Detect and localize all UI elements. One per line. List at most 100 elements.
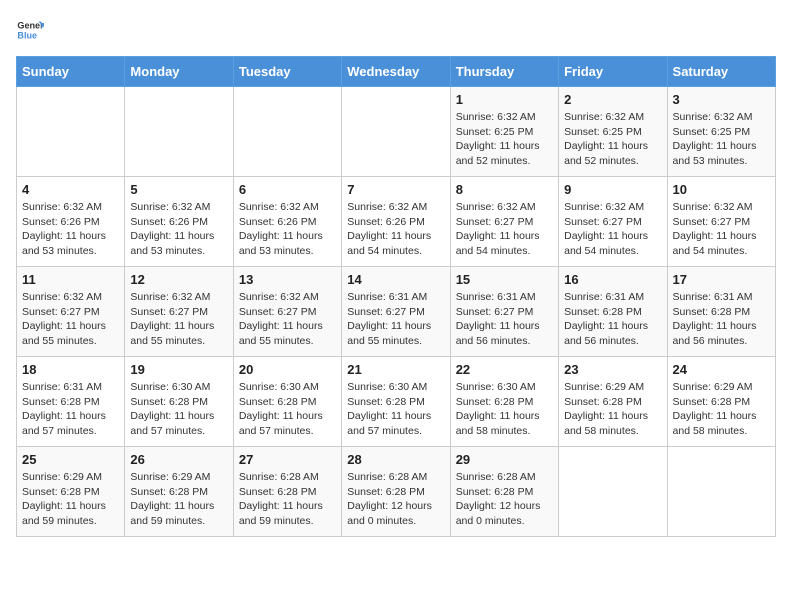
day-number: 3 [673, 92, 770, 107]
calendar-cell: 19 Sunrise: 6:30 AM Sunset: 6:28 PM Dayli… [125, 357, 233, 447]
day-info: Sunrise: 6:29 AM Sunset: 6:28 PM Dayligh… [564, 380, 661, 439]
day-number: 22 [456, 362, 553, 377]
calendar-cell: 6Sunrise: 6:32 AM Sunset: 6:26 PM Daylig… [233, 177, 341, 267]
calendar-body: 1 Sunrise: 6:32 AM Sunset: 6:25 PM Daylig… [17, 87, 776, 537]
day-info: Sunrise: 6:32 AM Sunset: 6:26 PM Dayligh… [347, 200, 444, 259]
calendar-cell: 27 Sunrise: 6:28 AM Sunset: 6:28 PM Dayli… [233, 447, 341, 537]
day-info: Sunrise: 6:32 AM Sunset: 6:27 PM Dayligh… [564, 200, 661, 259]
calendar-cell: 14Sunrise: 6:31 AM Sunset: 6:27 PM Dayli… [342, 267, 450, 357]
day-number: 15 [456, 272, 553, 287]
day-info: Sunrise: 6:32 AM Sunset: 6:26 PM Dayligh… [22, 200, 119, 259]
calendar-cell: 23 Sunrise: 6:29 AM Sunset: 6:28 PM Dayli… [559, 357, 667, 447]
day-number: 4 [22, 182, 119, 197]
calendar-cell: 22 Sunrise: 6:30 AM Sunset: 6:28 PM Dayli… [450, 357, 558, 447]
day-number: 2 [564, 92, 661, 107]
day-info: Sunrise: 6:31 AM Sunset: 6:28 PM Dayligh… [564, 290, 661, 349]
day-number: 10 [673, 182, 770, 197]
day-info: Sunrise: 6:30 AM Sunset: 6:28 PM Dayligh… [130, 380, 227, 439]
day-info: Sunrise: 6:28 AM Sunset: 6:28 PM Dayligh… [239, 470, 336, 529]
day-header-monday: Monday [125, 57, 233, 87]
calendar-cell: 4 Sunrise: 6:32 AM Sunset: 6:26 PM Daylig… [17, 177, 125, 267]
day-number: 27 [239, 452, 336, 467]
calendar-cell: 26 Sunrise: 6:29 AM Sunset: 6:28 PM Dayli… [125, 447, 233, 537]
day-number: 7 [347, 182, 444, 197]
day-number: 16 [564, 272, 661, 287]
day-number: 5 [130, 182, 227, 197]
calendar-cell: 9 Sunrise: 6:32 AM Sunset: 6:27 PM Daylig… [559, 177, 667, 267]
day-info: Sunrise: 6:30 AM Sunset: 6:28 PM Dayligh… [456, 380, 553, 439]
day-number: 21 [347, 362, 444, 377]
day-number: 13 [239, 272, 336, 287]
calendar-week-4: 18 Sunrise: 6:31 AM Sunset: 6:28 PM Dayli… [17, 357, 776, 447]
svg-text:Blue: Blue [17, 30, 37, 40]
day-info: Sunrise: 6:31 AM Sunset: 6:27 PM Dayligh… [456, 290, 553, 349]
day-info: Sunrise: 6:32 AM Sunset: 6:27 PM Dayligh… [22, 290, 119, 349]
day-number: 25 [22, 452, 119, 467]
day-number: 11 [22, 272, 119, 287]
logo-icon: General Blue [16, 16, 44, 44]
calendar-cell: 15 Sunrise: 6:31 AM Sunset: 6:27 PM Dayli… [450, 267, 558, 357]
day-info: Sunrise: 6:28 AM Sunset: 6:28 PM Dayligh… [347, 470, 444, 529]
calendar-cell: 28 Sunrise: 6:28 AM Sunset: 6:28 PM Dayli… [342, 447, 450, 537]
day-info: Sunrise: 6:30 AM Sunset: 6:28 PM Dayligh… [347, 380, 444, 439]
calendar-cell: 8 Sunrise: 6:32 AM Sunset: 6:27 PM Daylig… [450, 177, 558, 267]
day-number: 8 [456, 182, 553, 197]
calendar-cell: 13Sunrise: 6:32 AM Sunset: 6:27 PM Dayli… [233, 267, 341, 357]
day-header-tuesday: Tuesday [233, 57, 341, 87]
calendar-week-1: 1 Sunrise: 6:32 AM Sunset: 6:25 PM Daylig… [17, 87, 776, 177]
day-number: 17 [673, 272, 770, 287]
calendar-cell [559, 447, 667, 537]
day-info: Sunrise: 6:29 AM Sunset: 6:28 PM Dayligh… [130, 470, 227, 529]
day-header-saturday: Saturday [667, 57, 775, 87]
calendar-cell: 25Sunrise: 6:29 AM Sunset: 6:28 PM Dayli… [17, 447, 125, 537]
calendar-cell [233, 87, 341, 177]
calendar-header-row: SundayMondayTuesdayWednesdayThursdayFrid… [17, 57, 776, 87]
calendar-cell [17, 87, 125, 177]
day-header-thursday: Thursday [450, 57, 558, 87]
day-number: 18 [22, 362, 119, 377]
calendar-cell: 7 Sunrise: 6:32 AM Sunset: 6:26 PM Daylig… [342, 177, 450, 267]
calendar-cell: 12Sunrise: 6:32 AM Sunset: 6:27 PM Dayli… [125, 267, 233, 357]
calendar-cell [125, 87, 233, 177]
calendar-cell: 24 Sunrise: 6:29 AM Sunset: 6:28 PM Dayli… [667, 357, 775, 447]
calendar-cell: 10Sunrise: 6:32 AM Sunset: 6:27 PM Dayli… [667, 177, 775, 267]
calendar-table: SundayMondayTuesdayWednesdayThursdayFrid… [16, 56, 776, 537]
day-number: 26 [130, 452, 227, 467]
page-header: General Blue [16, 16, 776, 44]
day-number: 9 [564, 182, 661, 197]
day-number: 23 [564, 362, 661, 377]
calendar-week-2: 4 Sunrise: 6:32 AM Sunset: 6:26 PM Daylig… [17, 177, 776, 267]
day-info: Sunrise: 6:32 AM Sunset: 6:26 PM Dayligh… [130, 200, 227, 259]
day-info: Sunrise: 6:31 AM Sunset: 6:28 PM Dayligh… [22, 380, 119, 439]
calendar-cell: 5 Sunrise: 6:32 AM Sunset: 6:26 PM Daylig… [125, 177, 233, 267]
day-info: Sunrise: 6:29 AM Sunset: 6:28 PM Dayligh… [673, 380, 770, 439]
calendar-week-3: 11 Sunrise: 6:32 AM Sunset: 6:27 PM Dayli… [17, 267, 776, 357]
day-header-wednesday: Wednesday [342, 57, 450, 87]
day-info: Sunrise: 6:32 AM Sunset: 6:26 PM Dayligh… [239, 200, 336, 259]
day-header-friday: Friday [559, 57, 667, 87]
logo: General Blue [16, 16, 48, 44]
day-info: Sunrise: 6:32 AM Sunset: 6:25 PM Dayligh… [456, 110, 553, 169]
day-info: Sunrise: 6:32 AM Sunset: 6:25 PM Dayligh… [673, 110, 770, 169]
day-number: 12 [130, 272, 227, 287]
day-info: Sunrise: 6:31 AM Sunset: 6:28 PM Dayligh… [673, 290, 770, 349]
calendar-cell: 3 Sunrise: 6:32 AM Sunset: 6:25 PM Daylig… [667, 87, 775, 177]
day-info: Sunrise: 6:32 AM Sunset: 6:27 PM Dayligh… [456, 200, 553, 259]
calendar-cell: 1 Sunrise: 6:32 AM Sunset: 6:25 PM Daylig… [450, 87, 558, 177]
day-header-sunday: Sunday [17, 57, 125, 87]
day-info: Sunrise: 6:30 AM Sunset: 6:28 PM Dayligh… [239, 380, 336, 439]
calendar-cell [342, 87, 450, 177]
day-info: Sunrise: 6:28 AM Sunset: 6:28 PM Dayligh… [456, 470, 553, 529]
calendar-cell: 11 Sunrise: 6:32 AM Sunset: 6:27 PM Dayli… [17, 267, 125, 357]
calendar-week-5: 25 Sunrise: 6:29 AM Sunset: 6:28 PM Dayli… [17, 447, 776, 537]
day-number: 28 [347, 452, 444, 467]
day-number: 20 [239, 362, 336, 377]
day-number: 24 [673, 362, 770, 377]
calendar-cell: 17 Sunrise: 6:31 AM Sunset: 6:28 PM Dayli… [667, 267, 775, 357]
calendar-cell: 18 Sunrise: 6:31 AM Sunset: 6:28 PM Dayli… [17, 357, 125, 447]
calendar-cell: 21 Sunrise: 6:30 AM Sunset: 6:28 PM Dayli… [342, 357, 450, 447]
day-info: Sunrise: 6:31 AM Sunset: 6:27 PM Dayligh… [347, 290, 444, 349]
day-number: 19 [130, 362, 227, 377]
day-number: 1 [456, 92, 553, 107]
calendar-cell: 20 Sunrise: 6:30 AM Sunset: 6:28 PM Dayli… [233, 357, 341, 447]
